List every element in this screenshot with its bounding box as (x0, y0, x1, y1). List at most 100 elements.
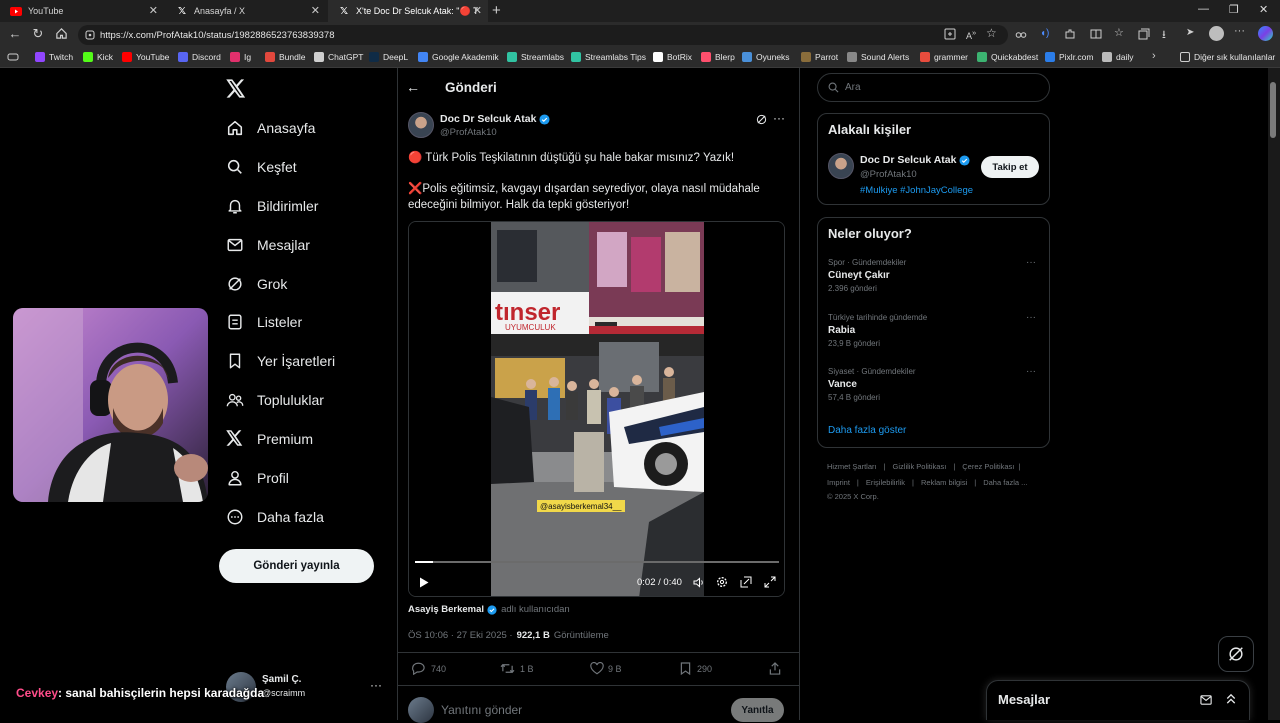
trend-item[interactable]: Spor · Gündemdekiler Cüneyt Çakır 2.396 … (828, 258, 1040, 293)
bookmark-youtube[interactable]: YouTube (122, 52, 169, 62)
relevant-name-row[interactable]: Doc Dr Selcuk Atak (860, 154, 971, 166)
tab-x-home[interactable]: 𝕏 Anasayfa / X ✕ (166, 0, 326, 22)
bookmark-quickabdest[interactable]: Quickabdest (977, 52, 1038, 62)
author-name-row[interactable]: Doc Dr Selcuk Atak (440, 113, 551, 125)
grok-explain-icon[interactable] (756, 114, 767, 125)
bookmark-streamlabs-tips[interactable]: Streamlabs Tips (571, 52, 646, 62)
account-more-icon[interactable]: ··· (370, 678, 382, 692)
footer-link[interactable]: Gizlilik Politikası (893, 462, 947, 471)
bookmark-deepl[interactable]: DeepL (369, 52, 408, 62)
bookmark-oyuneks[interactable]: Oyuneks (742, 52, 790, 62)
favorite-star-icon[interactable]: ☆ (986, 26, 998, 40)
bookmark-sound-alerts[interactable]: Sound Alerts (847, 52, 909, 62)
read-aloud-icon[interactable]: A» (966, 28, 978, 41)
bookmark-streamlabs[interactable]: Streamlabs (507, 52, 564, 62)
downloads-icon[interactable]: ⭳ (1162, 26, 1174, 41)
settings-more-icon[interactable]: ··· (1234, 25, 1246, 37)
scrollbar-track[interactable] (1268, 68, 1280, 720)
app-install-icon[interactable] (944, 28, 956, 40)
messages-drawer[interactable]: Mesajlar (986, 680, 1250, 720)
extension-wave-icon[interactable]: ◖) (1040, 28, 1052, 40)
home-icon[interactable] (55, 27, 69, 41)
relevant-avatar[interactable] (828, 153, 854, 179)
minimize-button[interactable]: — (1198, 3, 1209, 15)
footer-link[interactable]: Hizmet Şartları (827, 462, 877, 471)
sidebar-item-profile[interactable]: Profil (226, 466, 289, 490)
profile-avatar-icon[interactable] (1209, 26, 1224, 41)
share-icon[interactable]: ➤ (1186, 27, 1198, 39)
fullscreen-icon[interactable] (764, 576, 776, 588)
sidebar-item-home[interactable]: Anasayfa (226, 116, 315, 140)
volume-icon[interactable] (693, 577, 705, 588)
bookmark-botrix[interactable]: BotRix (653, 52, 692, 62)
picture-in-picture-icon[interactable] (740, 576, 752, 588)
favorites-icon[interactable]: ☆ (1114, 26, 1126, 39)
reply-input[interactable]: Yanıtını gönder (441, 703, 522, 717)
back-arrow-icon[interactable]: ← (406, 79, 420, 95)
bookmark-blerp[interactable]: Blerp (701, 52, 735, 62)
tab-x-post[interactable]: 𝕏 X'te Doc Dr Selcuk Atak: "🔴 Türk ✕ (328, 0, 488, 22)
bookmark-pixlr-com[interactable]: Pixlr.com (1045, 52, 1093, 62)
back-arrow-icon[interactable]: ← (8, 27, 22, 41)
footer-link[interactable]: Imprint (827, 478, 850, 487)
footer-link[interactable]: Reklam bilgisi (921, 478, 967, 487)
sidebar-item-bookmarks[interactable]: Yer İşaretleri (226, 349, 335, 373)
split-screen-icon[interactable] (1090, 28, 1102, 40)
repost-button[interactable]: 1 B (500, 662, 534, 675)
bookmark-other-favorites[interactable]: Diğer sık kullanılanlar (1180, 52, 1275, 62)
tweet-timestamp[interactable]: ÖS 10:06 · 27 Eki 2025 · (408, 630, 513, 641)
search-input[interactable]: Ara (817, 73, 1050, 102)
site-info-icon[interactable] (85, 30, 95, 40)
extensions-puzzle-icon[interactable] (1064, 28, 1076, 40)
sidebar-item-lists[interactable]: Listeler (226, 310, 302, 334)
sidebar-item-more[interactable]: Daha fazla (226, 505, 324, 529)
close-icon[interactable]: ✕ (311, 4, 320, 17)
address-bar[interactable]: https://x.com/ProfAtak10/status/19828865… (78, 25, 1008, 45)
sidebar-item-explore[interactable]: Keşfet (226, 155, 297, 179)
close-icon[interactable]: ✕ (149, 4, 158, 17)
reply-submit-button[interactable]: Yanıtla (731, 698, 784, 722)
chevron-up-double-icon[interactable] (1225, 692, 1237, 705)
tab-youtube[interactable]: YouTube ✕ (0, 0, 164, 22)
bookmark-button[interactable]: 290 (680, 662, 712, 675)
copilot-icon[interactable] (1258, 26, 1273, 41)
bookmark-chatgpt[interactable]: ChatGPT (314, 52, 363, 62)
maximize-button[interactable]: ❐ (1229, 3, 1239, 16)
chevron-right-icon[interactable]: › (1152, 50, 1156, 62)
trend-item[interactable]: Siyaset · Gündemdekiler Vance 57,4 B gön… (828, 367, 1040, 402)
sidebar-item-premium[interactable]: Premium (226, 427, 313, 451)
tweet-more-icon[interactable]: ··· (773, 111, 785, 125)
follow-button[interactable]: Takip et (981, 156, 1039, 178)
sidebar-item-communities[interactable]: Topluluklar (226, 388, 324, 412)
video-attribution[interactable]: Asayiş Berkemal adlı kullanıcıdan (408, 604, 570, 615)
bookmark-daily[interactable]: daily (1102, 52, 1133, 62)
close-icon[interactable]: ✕ (473, 4, 482, 17)
new-tab-button[interactable]: + (492, 2, 501, 19)
share-icon[interactable] (769, 662, 781, 675)
post-button[interactable]: Gönderi yayınla (219, 549, 374, 583)
bookmark-ig[interactable]: Ig (230, 52, 251, 62)
like-button[interactable]: 9 B (590, 662, 622, 675)
sidebar-item-messages[interactable]: Mesajlar (226, 233, 310, 257)
reload-icon[interactable]: ↻ (31, 27, 45, 41)
bookmark-discord[interactable]: Discord (178, 52, 221, 62)
bookmark-kick[interactable]: Kick (83, 52, 113, 62)
relevant-bio[interactable]: #Mulkiye #JohnJayCollege (860, 185, 973, 196)
bookmark-grammer[interactable]: grammer (920, 52, 968, 62)
trend-more-icon[interactable]: ··· (1026, 366, 1036, 377)
scrollbar-thumb[interactable] (1270, 82, 1276, 138)
close-window-button[interactable]: ✕ (1259, 3, 1268, 16)
grok-floating-button[interactable] (1218, 636, 1254, 672)
bookmarks-toggle-icon[interactable] (7, 52, 19, 62)
new-message-icon[interactable] (1200, 693, 1213, 706)
sidebar-item-grok[interactable]: Grok (226, 272, 287, 296)
trend-more-icon[interactable]: ··· (1026, 257, 1036, 268)
bookmark-parrot[interactable]: Parrot (801, 52, 838, 62)
footer-link[interactable]: Çerez Politikası (962, 462, 1014, 471)
extension-glasses-icon[interactable] (1015, 28, 1027, 40)
video-progress-track[interactable] (415, 561, 779, 563)
show-more-link[interactable]: Daha fazla göster (828, 425, 906, 436)
bookmark-bundle[interactable]: Bundle (265, 52, 305, 62)
settings-gear-icon[interactable] (716, 576, 728, 588)
reply-button[interactable]: 740 (411, 662, 446, 675)
